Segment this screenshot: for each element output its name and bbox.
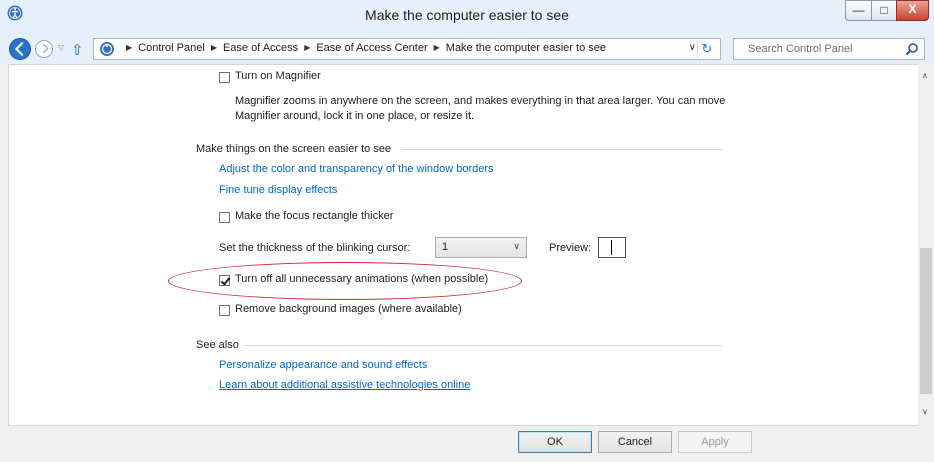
section-heading-easier-to-see: Make things on the screen easier to see bbox=[196, 143, 392, 155]
search-icon[interactable] bbox=[905, 42, 919, 56]
close-button[interactable]: X bbox=[896, 0, 929, 21]
navigation-bar: ▽ ⇧ ▶ Control Panel ▶ Ease of Access ▶ Ease o… bbox=[0, 34, 934, 64]
scroll-down-icon[interactable]: ∨ bbox=[922, 407, 928, 416]
section-divider bbox=[402, 149, 722, 150]
breadcrumb-separator-icon[interactable]: ▶ bbox=[211, 43, 217, 52]
cursor-thickness-select[interactable]: 1 ∨ bbox=[435, 237, 527, 258]
minimize-button[interactable]: — bbox=[845, 0, 872, 21]
back-button[interactable] bbox=[9, 38, 31, 60]
cursor-thickness-label: Set the thickness of the blinking cursor… bbox=[219, 242, 411, 254]
search-placeholder: Search Control Panel bbox=[748, 43, 853, 55]
breadcrumb-control-panel[interactable]: Control Panel bbox=[138, 42, 205, 54]
background-images-label[interactable]: Remove background images (where availabl… bbox=[235, 303, 462, 315]
minimize-icon: — bbox=[852, 3, 865, 17]
address-bar[interactable]: ▶ Control Panel ▶ Ease of Access ▶ Ease of Ac… bbox=[93, 38, 721, 60]
control-panel-icon bbox=[100, 42, 114, 56]
focus-rectangle-checkbox[interactable] bbox=[219, 212, 230, 223]
focus-rectangle-label[interactable]: Make the focus rectangle thicker bbox=[235, 210, 393, 222]
up-arrow-icon[interactable]: ⇧ bbox=[71, 41, 84, 59]
breadcrumb-separator-icon[interactable]: ▶ bbox=[434, 43, 440, 52]
scroll-up-icon[interactable]: ∧ bbox=[922, 71, 928, 80]
cursor-thickness-value: 1 bbox=[442, 241, 449, 253]
magnifier-description-line-2: Magnifier around, lock it in one place, … bbox=[235, 110, 475, 122]
maximize-button[interactable]: □ bbox=[871, 0, 897, 21]
breadcrumb-current-page[interactable]: Make the computer easier to see bbox=[446, 42, 606, 54]
section-heading-see-also: See also bbox=[196, 339, 239, 351]
background-images-checkbox[interactable] bbox=[219, 305, 230, 316]
forward-button[interactable] bbox=[35, 40, 53, 58]
breadcrumb-ease-of-access-center[interactable]: Ease of Access Center bbox=[316, 42, 427, 54]
dialog-footer: OK Cancel Apply bbox=[0, 426, 934, 462]
recent-locations-icon[interactable]: ▽ bbox=[58, 43, 64, 52]
apply-button[interactable]: Apply bbox=[678, 431, 752, 453]
magnifier-checkbox[interactable] bbox=[219, 72, 230, 83]
link-fine-tune-display[interactable]: Fine tune display effects bbox=[219, 184, 337, 196]
highlight-ellipse bbox=[168, 262, 522, 300]
vertical-scrollbar[interactable]: ∧ ∨ bbox=[918, 64, 934, 426]
link-personalize[interactable]: Personalize appearance and sound effects bbox=[219, 359, 427, 371]
scrollbar-thumb[interactable] bbox=[920, 248, 932, 394]
cancel-button[interactable]: Cancel bbox=[598, 431, 672, 453]
breadcrumb-separator-icon[interactable]: ▶ bbox=[304, 43, 310, 52]
chevron-down-icon: ∨ bbox=[513, 241, 520, 251]
see-also-divider bbox=[244, 345, 722, 346]
ok-button[interactable]: OK bbox=[518, 431, 592, 453]
refresh-icon[interactable]: ↻ bbox=[697, 40, 716, 58]
magnifier-description-line-1: Magnifier zooms in anywhere on the scree… bbox=[235, 95, 726, 107]
address-dropdown-icon[interactable]: ∨ bbox=[689, 42, 696, 53]
title-bar: Make the computer easier to see — □ X bbox=[0, 0, 934, 34]
preview-label: Preview: bbox=[549, 242, 592, 254]
breadcrumb-ease-of-access[interactable]: Ease of Access bbox=[223, 42, 298, 54]
link-assistive-technologies[interactable]: Learn about additional assistive technol… bbox=[219, 379, 470, 391]
breadcrumb: ▶ Control Panel ▶ Ease of Access ▶ Ease of Ac… bbox=[120, 42, 606, 54]
window: Make the computer easier to see — □ X ▽ … bbox=[0, 0, 934, 462]
cursor-preview-caret bbox=[611, 240, 612, 255]
search-input[interactable]: Search Control Panel bbox=[733, 38, 925, 60]
breadcrumb-separator-icon[interactable]: ▶ bbox=[126, 43, 132, 52]
cursor-preview bbox=[598, 237, 626, 258]
magnifier-checkbox-label[interactable]: Turn on Magnifier bbox=[235, 70, 321, 82]
link-adjust-window-borders[interactable]: Adjust the color and transparency of the… bbox=[219, 163, 494, 175]
close-icon: X bbox=[908, 2, 917, 16]
window-title: Make the computer easier to see bbox=[365, 7, 569, 23]
maximize-icon: □ bbox=[880, 3, 888, 17]
